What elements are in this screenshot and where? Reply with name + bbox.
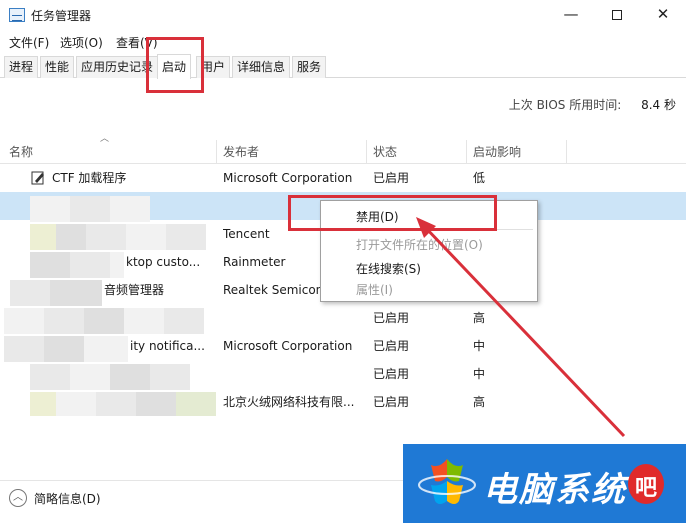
windows-logo-icon <box>418 459 476 504</box>
column-status[interactable]: 状态 <box>367 140 467 164</box>
maximize-icon <box>612 10 622 20</box>
menu-file[interactable]: 文件(F) <box>9 34 49 51</box>
row-impact: 高 <box>473 395 486 409</box>
row-name: ktop custo... <box>126 255 201 269</box>
row-impact: 低 <box>473 171 486 185</box>
row-publisher: 北京火绒网络科技有限... <box>223 395 355 409</box>
maximize-button[interactable] <box>594 0 640 30</box>
column-name[interactable]: 名称 <box>0 140 217 164</box>
menu-bar: 文件(F) 选项(O) 查看(V) <box>0 31 686 51</box>
tab-performance[interactable]: 性能 <box>40 56 75 78</box>
tab-processes[interactable]: 进程 <box>4 56 39 78</box>
annotation-tab-highlight <box>146 37 204 93</box>
row-publisher: Microsoft Corporation <box>223 171 353 185</box>
bios-time: 上次 BIOS 所用时间: 8.4 秒 <box>509 96 676 113</box>
tab-details[interactable]: 详细信息 <box>232 56 291 78</box>
row-status: 已启用 <box>373 367 410 381</box>
row-name: ity notifica... <box>130 339 205 353</box>
row-status: 已启用 <box>373 311 410 325</box>
row-publisher <box>223 360 363 388</box>
row-impact: 高 <box>473 311 486 325</box>
annotation-disable-highlight <box>288 195 497 231</box>
row-publisher <box>223 304 363 332</box>
bios-time-label: 上次 BIOS 所用时间: <box>508 98 622 112</box>
bios-time-value: 8.4 秒 <box>641 98 676 112</box>
minimize-button[interactable]: — <box>548 0 594 30</box>
watermark-badge: 吧 <box>628 464 664 504</box>
row-publisher: Microsoft Corporation <box>223 339 353 353</box>
row-impact: 中 <box>473 367 486 381</box>
row-impact: 中 <box>473 339 486 353</box>
fewer-details-link[interactable]: 简略信息(D) <box>34 490 101 507</box>
column-header: 名称 发布者 状态 启动影响 <box>0 140 686 164</box>
context-search-online[interactable]: 在线搜索(S) <box>356 260 421 277</box>
watermark-text: 电脑系统 <box>483 470 627 510</box>
row-name: 音频管理器 <box>104 283 165 297</box>
tab-services[interactable]: 服务 <box>292 56 327 78</box>
row-status: 已启用 <box>373 395 410 409</box>
column-impact[interactable]: 启动影响 <box>467 140 567 164</box>
column-publisher[interactable]: 发布者 <box>217 140 367 164</box>
context-properties[interactable]: 属性(I) <box>356 281 393 298</box>
chevron-up-icon[interactable]: ︿ <box>9 489 27 507</box>
watermark-badge-text: 吧 <box>635 475 658 501</box>
row-status: 已启用 <box>373 339 410 353</box>
row-publisher: Realtek Semicon <box>223 283 321 297</box>
table-row[interactable]: CTF 加载程序 Microsoft Corporation 已启用 低 <box>0 164 686 192</box>
row-status: 已启用 <box>373 171 410 185</box>
tab-strip: 进程 性能 应用历史记录 启动 用户 详细信息 服务 <box>0 54 686 79</box>
row-name: CTF 加载程序 <box>52 171 127 185</box>
ctf-loader-icon <box>31 171 44 185</box>
close-button[interactable]: ✕ <box>640 0 686 30</box>
menu-options[interactable]: 选项(O) <box>60 34 103 51</box>
watermark-banner: 电脑系统 吧 <box>403 444 686 523</box>
task-manager-icon <box>9 8 25 22</box>
title-bar: 任务管理器 — ✕ <box>0 0 686 30</box>
context-open-location[interactable]: 打开文件所在的位置(O) <box>356 236 483 253</box>
window-title: 任务管理器 <box>31 9 92 23</box>
